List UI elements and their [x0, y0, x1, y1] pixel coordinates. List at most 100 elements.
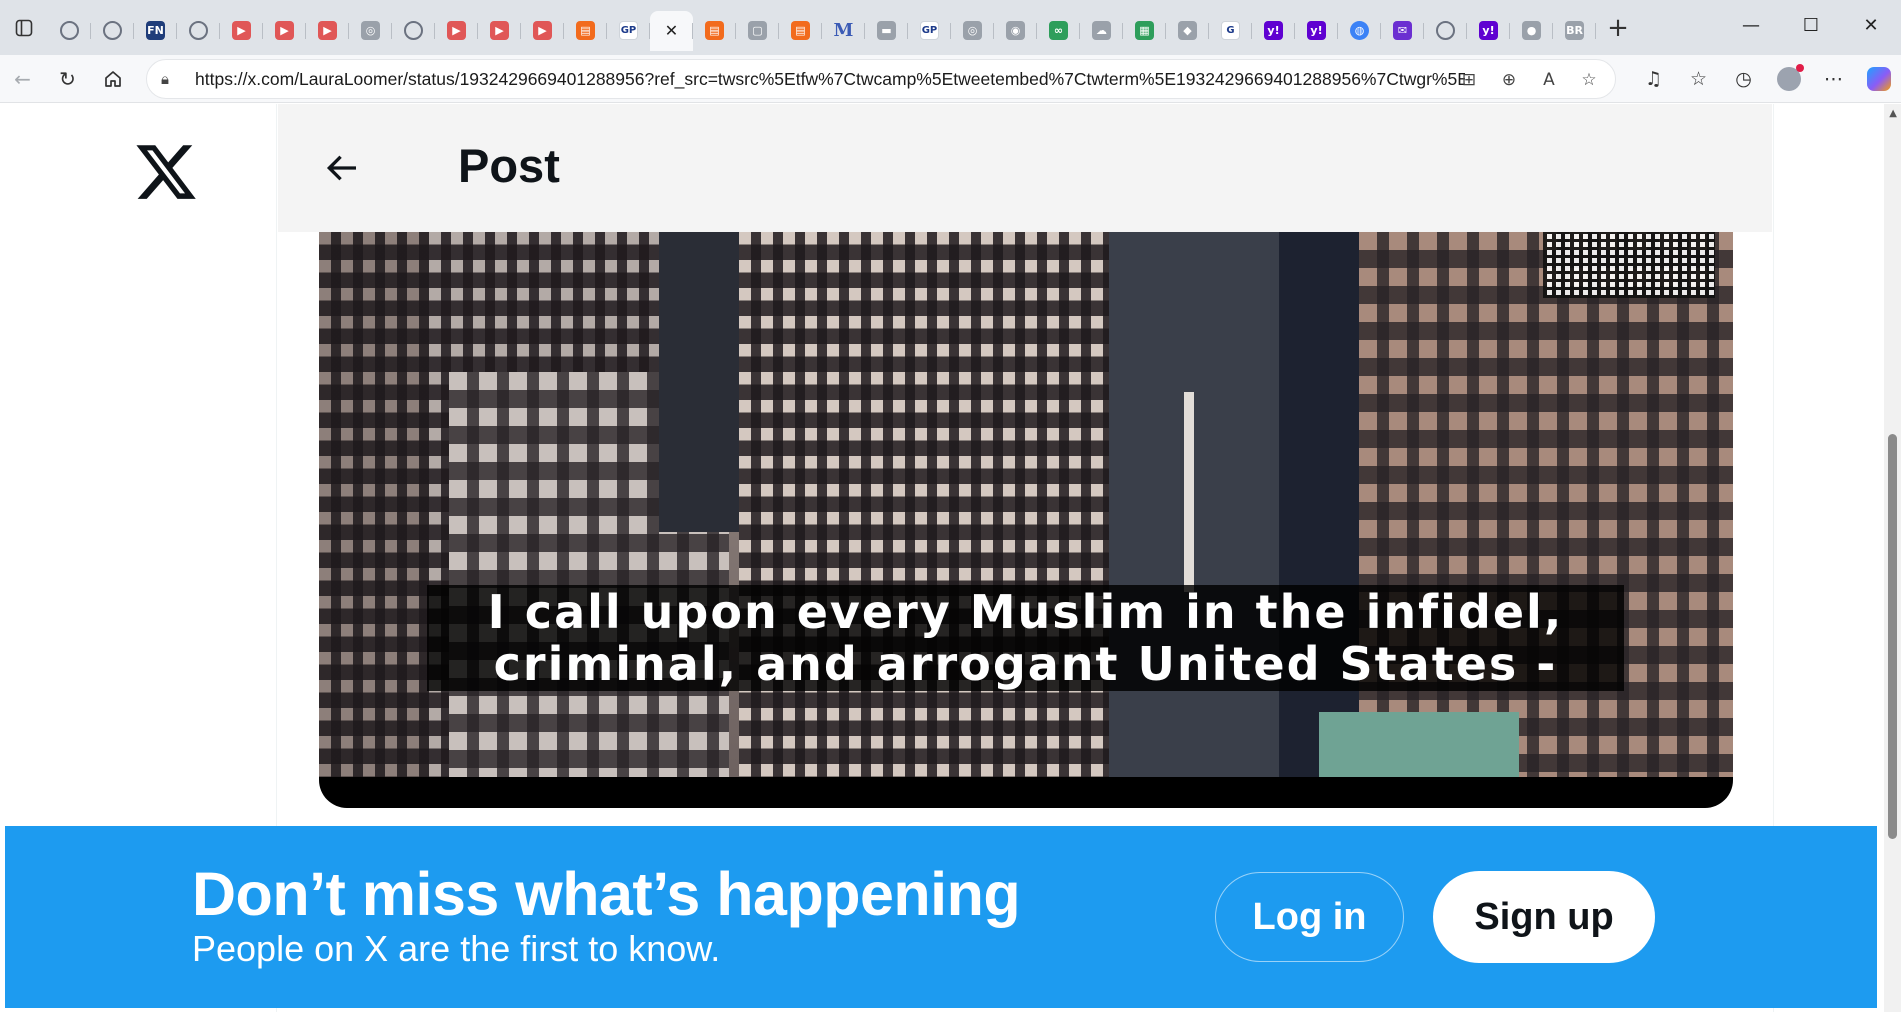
scrollbar-thumb[interactable] [1888, 434, 1897, 839]
bookmark-icon: ▤ [791, 21, 810, 40]
youtube-icon: ▶ [275, 21, 294, 40]
browser-tab-3[interactable]: FN [134, 11, 177, 51]
browser-tab-31[interactable]: ◍ [1338, 11, 1381, 51]
youtube-icon: ▶ [232, 21, 251, 40]
favorite-star-icon[interactable]: ☆ [1575, 70, 1603, 90]
scroll-up-arrow-icon[interactable]: ▲ [1889, 108, 1897, 119]
browser-tab-30[interactable]: y! [1295, 11, 1338, 51]
browser-tab-22[interactable]: ◎ [951, 11, 994, 51]
google-icon: G [1221, 21, 1240, 40]
browser-tab-strip: FN ▶ ▶ ▶ ◎ ▶ ▶ ▶ ▤ GP ✕ ▤ ▢ ▤ M ▬ GP ◎ ◉ ∞ ☁ ▦ ◆ Gy! y! ◍ ✉ y! ● BR +… [0, 0, 1901, 55]
browser-tab-29[interactable]: y! [1252, 11, 1295, 51]
url-text[interactable]: https://x.com/LauraLoomer/status/1932429… [195, 69, 1465, 90]
browser-tab-23[interactable]: ◉ [994, 11, 1037, 51]
browser-tab-16[interactable]: ▤ [693, 11, 736, 51]
window-controls: — ☐ ✕ [1721, 0, 1901, 50]
copilot-icon [1866, 67, 1891, 91]
globe-icon [404, 21, 423, 40]
home-icon [104, 70, 121, 87]
browser-tab-7[interactable]: ▶ [306, 11, 349, 51]
gp-favicon-icon: GP [920, 21, 939, 40]
copilot-button[interactable] [1856, 67, 1901, 91]
refresh-button[interactable]: ↻ [45, 59, 90, 99]
subtitle-line-1: I call upon every Muslim in the infidel, [487, 585, 1564, 639]
browser-tab-26[interactable]: ▦ [1123, 11, 1166, 51]
extensions-icon[interactable]: ♫ [1631, 68, 1676, 90]
tab-actions-menu-button[interactable] [0, 0, 48, 55]
browser-tab-17[interactable]: ▢ [736, 11, 779, 51]
youtube-icon: ▶ [490, 21, 509, 40]
banner-title: Don’t miss what’s happening [192, 860, 1021, 928]
signup-banner: Don’t miss what’s happening People on X … [5, 826, 1877, 1008]
favorites-icon[interactable]: ☆ [1676, 68, 1721, 90]
cloud-icon: ☁ [1092, 21, 1111, 40]
browser-tab-11[interactable]: ▶ [478, 11, 521, 51]
profile-button[interactable] [1766, 64, 1811, 91]
browser-extensions-toolbar: ♫ ☆ ◷ ⋯ [1631, 55, 1901, 103]
browser-tab-24[interactable]: ∞ [1037, 11, 1080, 51]
bookmark-icon: ▤ [576, 21, 595, 40]
close-window-button[interactable]: ✕ [1841, 0, 1901, 50]
circle-icon: ◎ [963, 21, 982, 40]
site-info-icon[interactable]: 🔒︎ [161, 70, 185, 88]
address-bar-actions: ⊞ ⊕ A ☆ [1455, 60, 1603, 100]
browser-tab-21[interactable]: GP [908, 11, 951, 51]
shield-icon: ◆ [1178, 21, 1197, 40]
video-player[interactable]: I call upon every Muslim in the infidel,… [319, 232, 1733, 808]
maximize-button[interactable]: ☐ [1781, 0, 1841, 50]
x-logo-icon[interactable] [132, 139, 200, 205]
read-aloud-icon[interactable]: A [1535, 70, 1563, 90]
browser-tab-27[interactable]: ◆ [1166, 11, 1209, 51]
back-arrow-icon[interactable] [320, 148, 362, 188]
browser-tab-13[interactable]: ▤ [564, 11, 607, 51]
back-button[interactable]: ← [0, 59, 45, 99]
gp-favicon-icon: GP [619, 21, 638, 40]
youtube-icon: ▶ [447, 21, 466, 40]
refresh-icon: ↻ [59, 66, 76, 91]
login-button[interactable]: Log in [1215, 872, 1404, 962]
zoom-icon[interactable]: ⊕ [1495, 70, 1523, 90]
browser-tab-9[interactable] [392, 11, 435, 51]
more-menu-icon[interactable]: ⋯ [1811, 68, 1856, 90]
link-icon: ∞ [1049, 21, 1068, 40]
signup-button[interactable]: Sign up [1433, 871, 1655, 963]
browser-tab-4[interactable] [177, 11, 220, 51]
image-icon: ● [1522, 21, 1541, 40]
browser-tab-10[interactable]: ▶ [435, 11, 478, 51]
page-title: Post [458, 139, 560, 192]
browser-tab-20[interactable]: ▬ [865, 11, 908, 51]
video-frame: I call upon every Muslim in the infidel,… [319, 232, 1733, 777]
home-button[interactable] [90, 59, 135, 99]
history-icon[interactable]: ◷ [1721, 68, 1766, 90]
browser-tab-28[interactable]: G [1209, 11, 1252, 51]
browser-tab-15[interactable]: ✕ [650, 10, 693, 51]
browser-tab-35[interactable]: ● [1510, 11, 1553, 51]
browser-tab-25[interactable]: ☁ [1080, 11, 1123, 51]
browser-tab-34[interactable]: y! [1467, 11, 1510, 51]
browser-tab-33[interactable] [1424, 11, 1467, 51]
browser-tab-36[interactable]: BR [1553, 11, 1596, 51]
bookmark-icon: ▤ [705, 21, 724, 40]
browser-tab-1[interactable] [48, 11, 91, 51]
new-tab-button[interactable]: + [1596, 0, 1640, 55]
browser-tab-19[interactable]: M [822, 11, 865, 51]
browser-tab-18[interactable]: ▤ [779, 11, 822, 51]
browser-tab-32[interactable]: ✉ [1381, 11, 1424, 51]
x-favicon-icon: ✕ [664, 21, 679, 40]
post-header: Post [278, 104, 1772, 232]
browser-tabs: FN ▶ ▶ ▶ ◎ ▶ ▶ ▶ ▤ GP ✕ ▤ ▢ ▤ M ▬ GP ◎ ◉ ∞ ☁ ▦ ◆ Gy! y! ◍ ✉ y! ● BR [48, 0, 1596, 55]
browser-tab-6[interactable]: ▶ [263, 11, 306, 51]
globe-icon [103, 21, 122, 40]
address-bar[interactable]: 🔒︎ https://x.com/LauraLoomer/status/1932… [146, 59, 1616, 99]
browser-tab-12[interactable]: ▶ [521, 11, 564, 51]
browser-tab-2[interactable] [91, 11, 134, 51]
browser-tab-14[interactable]: GP [607, 11, 650, 51]
browser-tab-5[interactable]: ▶ [220, 11, 263, 51]
browser-tab-8[interactable]: ◎ [349, 11, 392, 51]
browser-toolbar: ← ↻ 🔒︎ https://x.com/LauraLoomer/status/… [0, 55, 1901, 103]
app-available-icon[interactable]: ⊞ [1455, 70, 1483, 90]
page-scrollbar[interactable]: ▲ [1884, 104, 1901, 1012]
banner-subtitle: People on X are the first to know. [192, 928, 721, 969]
minimize-button[interactable]: — [1721, 0, 1781, 50]
video-subtitle: I call upon every Muslim in the infidel,… [427, 585, 1624, 691]
